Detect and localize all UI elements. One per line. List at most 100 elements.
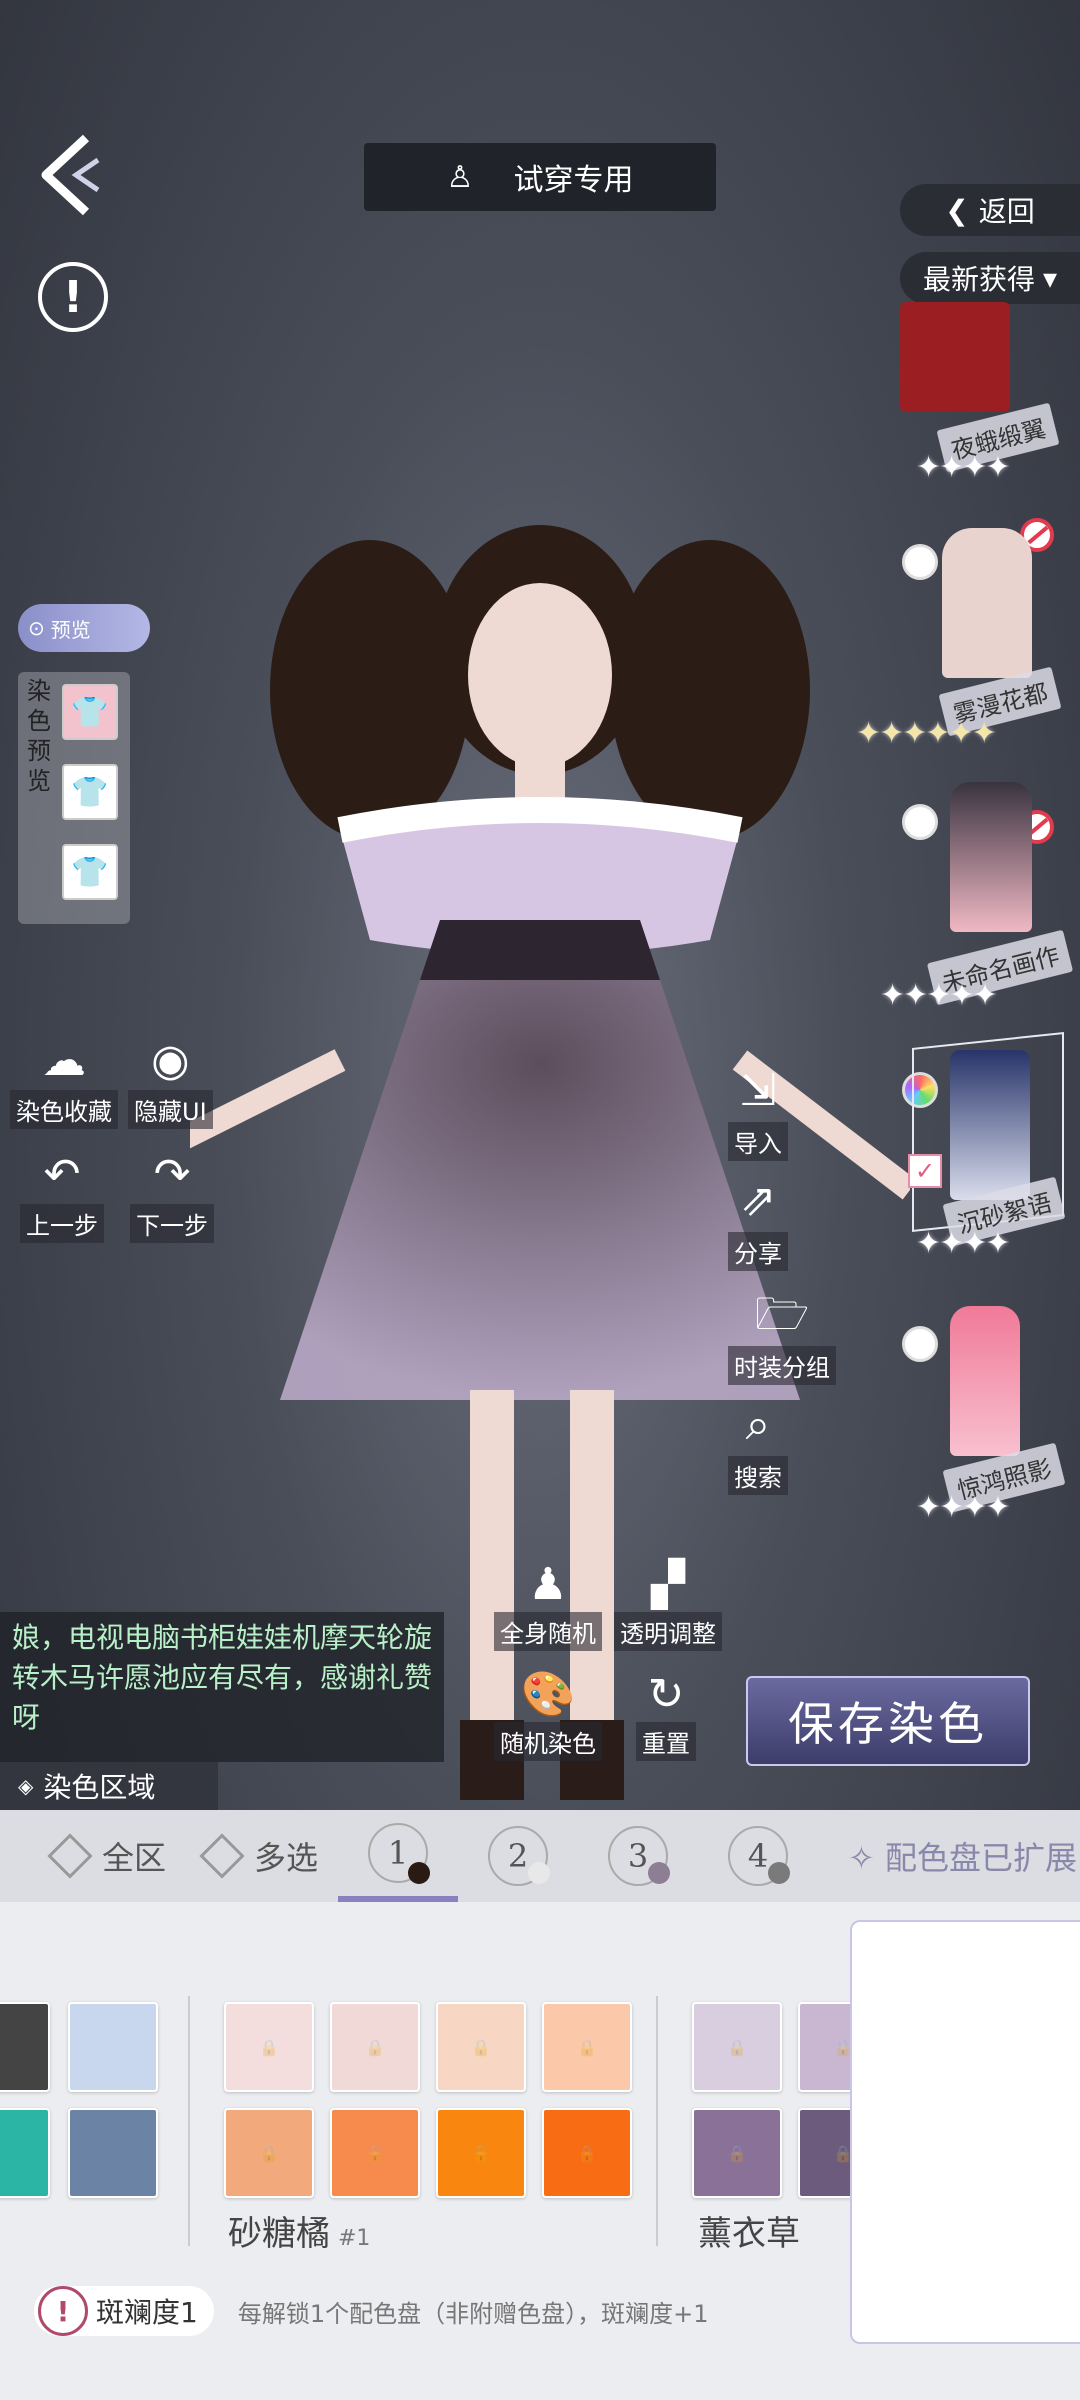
vibrancy-label: 斑斓度1 <box>96 2296 198 2329</box>
dye-zone-label: 染色区域 <box>43 1771 156 1804</box>
caret-down-icon: ▾ <box>1042 261 1058 295</box>
palette-name: 砂糖橘 <box>228 2214 330 2254</box>
color-swatch-locked[interactable]: 🔒 <box>692 2108 782 2198</box>
save-dye-button[interactable]: 保存染色 <box>746 1676 1030 1766</box>
color-swatch-locked[interactable]: 🔒 <box>692 2002 782 2092</box>
import-button[interactable]: ⇲ 导入 <box>728 1066 788 1161</box>
undo-button[interactable]: ↶ 上一步 <box>20 1150 104 1243</box>
diamond-icon <box>199 1833 245 1879</box>
select-radio[interactable] <box>902 804 938 840</box>
palette-slot-2[interactable]: 2 <box>458 1810 578 1902</box>
color-swatch-locked[interactable]: 🔒 <box>436 2108 526 2198</box>
color-swatch[interactable] <box>0 2002 50 2092</box>
shirt-preview-3[interactable]: 👕 <box>62 844 118 900</box>
trial-title-bar: ♙ 试穿专用 <box>364 143 716 211</box>
eye-icon: ◉ <box>151 1035 190 1086</box>
diamond-icon <box>47 1833 93 1879</box>
redo-button[interactable]: ↷ 下一步 <box>130 1150 214 1243</box>
dress-icon: ♙ <box>446 159 474 195</box>
star-rating: ✦✦✦✦ <box>916 450 1011 485</box>
sort-label: 最新获得 <box>922 263 1035 296</box>
chat-message: 娘，电视电脑书柜娃娃机摩天轮旋转木马许愿池应有尽有，感谢礼赞呀 <box>0 1612 444 1762</box>
import-icon: ⇲ <box>739 1065 777 1116</box>
slot-color-dot <box>528 1862 551 1884</box>
star-rating: ✦✦✦✦ <box>916 1490 1011 1525</box>
dye-tab-row: 全区 多选 1 2 3 4 ✧ 配色盘已扩展 <box>0 1810 1080 1902</box>
color-swatch-locked[interactable]: 🔒 <box>436 2002 526 2092</box>
color-swatch-locked[interactable]: 🔒 <box>330 2002 420 2092</box>
color-swatch[interactable] <box>68 2108 158 2198</box>
star-rating: ✦✦✦✦ <box>916 1226 1011 1261</box>
outfit-group-button[interactable]: 🗁 时装分组 <box>728 1290 836 1385</box>
dye-favorite-icon: ☁ <box>42 1035 86 1086</box>
share-button[interactable]: ⇗ 分享 <box>728 1176 788 1271</box>
palette-slot-1[interactable]: 1 <box>338 1810 459 1902</box>
search-button[interactable]: ⌕ 搜索 <box>728 1400 788 1495</box>
tab-multi-label: 多选 <box>254 1839 319 1877</box>
shirt-icon: 👕 <box>71 774 109 810</box>
palette-name: 薰衣草 <box>698 2214 800 2254</box>
random-dye-button[interactable]: 🎨 随机染色 <box>494 1670 602 1761</box>
color-swatch-locked[interactable]: 🔒 <box>542 2002 632 2092</box>
palette-divider <box>656 1996 658 2246</box>
shirt-preview-1[interactable]: 👕 <box>62 684 118 740</box>
tab-all[interactable]: 全区 <box>47 1833 167 1879</box>
return-button[interactable]: ❮ 返回 <box>900 184 1080 236</box>
palette-title: 砂糖橘 #1 <box>228 2206 370 2255</box>
person-random-icon: ♟ <box>528 1559 568 1610</box>
color-swatch[interactable] <box>0 2108 50 2198</box>
info-icon[interactable]: ! <box>38 262 108 332</box>
reset-button[interactable]: ↻ 重置 <box>636 1670 696 1761</box>
undo-icon: ↶ <box>43 1149 81 1200</box>
magnifier-icon: ⊙ <box>28 616 45 640</box>
tab-all-label: 全区 <box>102 1839 167 1877</box>
sort-dropdown[interactable]: 最新获得 ▾ <box>900 252 1080 304</box>
hide-ui-button[interactable]: ◉ 隐藏UI <box>128 1036 213 1129</box>
search-icon: ⌕ <box>745 1399 771 1450</box>
item-thumbnail <box>950 1306 1020 1456</box>
palette-slot-4[interactable]: 4 <box>698 1810 818 1902</box>
chevron-left-icon: ❮ <box>945 193 969 227</box>
slot-color-dot <box>648 1862 671 1884</box>
item-card-3[interactable]: 未命名画作 ✦✦✦✦✦ <box>870 778 1080 1028</box>
shirt-icon: 👕 <box>71 854 109 890</box>
shirt-preview-2[interactable]: 👕 <box>62 764 118 820</box>
item-thumbnail <box>942 528 1032 678</box>
palette-divider <box>188 1996 190 2246</box>
color-swatch-locked[interactable]: 🔒 <box>330 2108 420 2198</box>
shirt-icon: 👕 <box>71 694 109 730</box>
dye-favorite-button[interactable]: ☁ 染色收藏 <box>10 1036 118 1129</box>
vibrancy-badge[interactable]: ! 斑斓度1 <box>34 2286 214 2336</box>
return-label: 返回 <box>978 195 1035 228</box>
color-swatch-locked[interactable]: 🔒 <box>542 2108 632 2198</box>
checker-icon: ▞ <box>651 1559 685 1610</box>
select-radio[interactable] <box>902 544 938 580</box>
share-icon: ⇗ <box>739 1175 777 1226</box>
dye-preview-label: 染色预览 <box>27 677 51 795</box>
item-card-4[interactable]: ✓ 沉砂絮语 ✦✦✦✦ <box>890 1032 1080 1296</box>
palette-slot-3[interactable]: 3 <box>578 1810 698 1902</box>
color-swatch-locked[interactable]: 🔒 <box>224 2002 314 2092</box>
item-card-2[interactable]: 雾漫花都 ✦✦✦✦✦✦ <box>856 520 1080 770</box>
color-swatch-locked[interactable]: 🔒 <box>224 2108 314 2198</box>
vibrancy-note: 每解锁1个配色盘（非附赠色盘），斑斓度+1 <box>237 2299 709 2328</box>
reset-icon: ↻ <box>647 1669 685 1720</box>
transparency-button[interactable]: ▞ 透明调整 <box>614 1560 722 1651</box>
alert-icon: ! <box>38 2286 88 2336</box>
back-arrow-icon[interactable] <box>36 130 106 220</box>
tab-multi-select[interactable]: 多选 <box>199 1833 319 1879</box>
dye-zone-tab[interactable]: ◈ 染色区域 <box>0 1762 218 1810</box>
select-radio[interactable] <box>902 1326 938 1362</box>
item-card-1[interactable]: 夜蛾缎翼 ✦✦✦✦ <box>880 302 1080 506</box>
full-random-button[interactable]: ♟ 全身随机 <box>494 1560 602 1651</box>
item-card-5[interactable]: 惊鸿照影 ✦✦✦✦ <box>890 1300 1080 1560</box>
palette-expanded-text: 配色盘已扩展 <box>885 1839 1078 1877</box>
star-rating: ✦✦✦✦✦✦ <box>856 716 997 751</box>
redo-icon: ↷ <box>153 1149 191 1200</box>
checkbox-checked-icon[interactable]: ✓ <box>908 1154 942 1188</box>
page-title: 试穿专用 <box>513 163 634 198</box>
palette-expanded-label: ✧ 配色盘已扩展 <box>848 1833 1077 1879</box>
preview-toggle[interactable]: ⊙ 预览 <box>18 604 150 652</box>
color-swatch[interactable] <box>68 2002 158 2092</box>
slot-color-dot <box>768 1862 791 1884</box>
